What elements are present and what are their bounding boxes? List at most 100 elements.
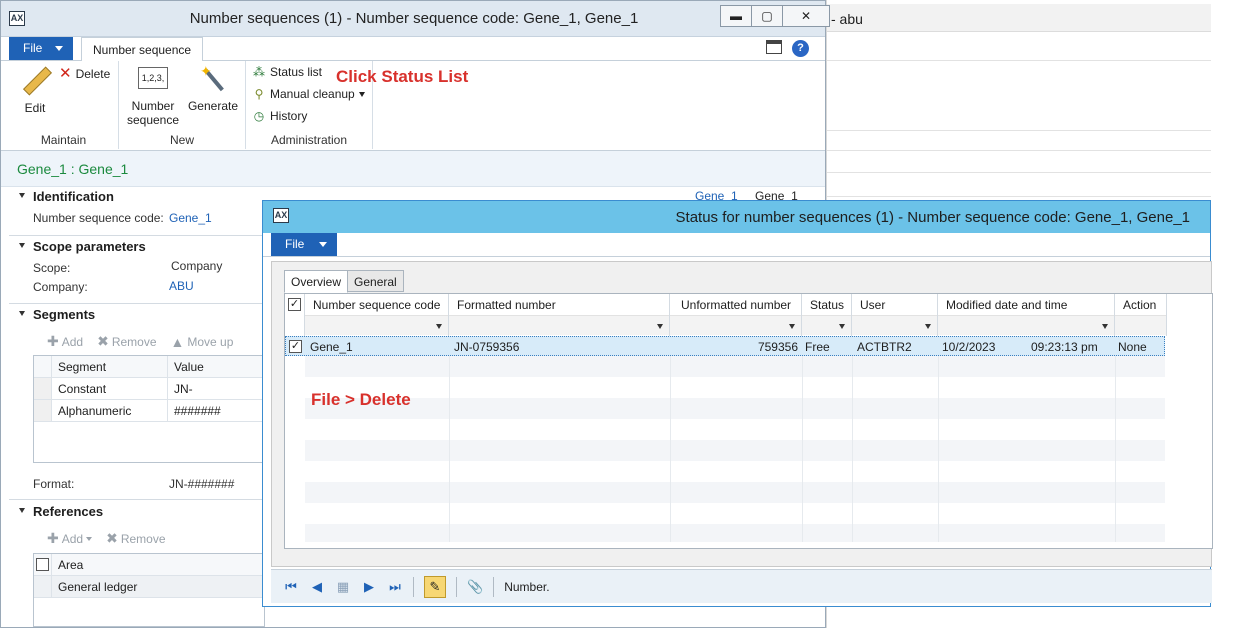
company-label: Company:	[33, 280, 88, 294]
number-sequence-button[interactable]: 1,2,3, Number sequence	[125, 65, 181, 127]
column-header-action[interactable]: Action	[1115, 294, 1167, 336]
references-grid: Area General ledger	[33, 553, 266, 627]
segment-cell: Alphanumeric	[52, 400, 168, 421]
row-checkbox[interactable]: ✓	[289, 340, 302, 353]
unformatted-number-cell: 759356	[757, 340, 798, 354]
filter-user[interactable]	[852, 315, 937, 335]
file-menu-label: File	[23, 41, 43, 55]
background-window-title: - abu	[827, 4, 1211, 32]
move-up-label: Move up	[187, 334, 234, 349]
add-label: Add	[61, 531, 84, 546]
formatted-number-cell: JN-0759356	[454, 340, 520, 354]
last-record-button[interactable]: ⏭	[387, 579, 403, 595]
divider	[827, 196, 1211, 197]
tab-overview[interactable]: Overview	[284, 270, 349, 293]
first-record-button[interactable]: ⏮	[283, 579, 299, 595]
empty-row	[305, 503, 1165, 524]
divider	[670, 336, 671, 542]
filter-unformatted-number[interactable]	[670, 315, 801, 335]
remove-segment-button[interactable]: ✖ Remove	[97, 333, 156, 350]
column-header-number-sequence-code[interactable]: Number sequence code	[305, 294, 449, 336]
add-segment-button[interactable]: ✚ Add	[47, 333, 83, 350]
grid-view-icon[interactable]: ▦	[335, 579, 351, 595]
generate-label: Generate	[187, 99, 239, 113]
plus-icon: ✚	[47, 333, 59, 349]
edit-button[interactable]: Edit	[15, 65, 55, 115]
chevron-down-icon	[925, 324, 931, 329]
edit-mode-button[interactable]: ✎	[424, 575, 446, 598]
column-header-user[interactable]: User	[852, 294, 938, 336]
app-icon: AX	[273, 208, 289, 223]
minimize-button[interactable]: ▬	[720, 5, 752, 27]
group-label-administration: Administration	[270, 133, 348, 147]
divider	[827, 130, 1211, 131]
tab-number-sequence[interactable]: Number sequence	[81, 37, 203, 62]
column-header-status[interactable]: Status	[802, 294, 852, 336]
table-row[interactable]: General ledger	[34, 576, 266, 598]
remove-reference-button[interactable]: ✖ Remove	[106, 530, 165, 547]
file-menu-button[interactable]: File	[9, 37, 73, 60]
close-button[interactable]: ✕	[782, 5, 830, 27]
move-up-button[interactable]: ▲ Move up	[171, 334, 234, 350]
column-header-formatted-number[interactable]: Formatted number	[449, 294, 670, 336]
divider	[802, 336, 803, 542]
divider	[9, 303, 265, 304]
filter-number-sequence-code[interactable]	[305, 315, 448, 335]
table-row[interactable]: ✓ Gene_1 JN-0759356 759356 Free ACTBTR2 …	[285, 336, 1165, 356]
select-all-checkbox[interactable]: ✓	[288, 298, 301, 311]
status-cell: Free	[805, 340, 830, 354]
scope-value: Company	[171, 259, 223, 273]
generate-button[interactable]: Generate	[185, 63, 241, 113]
chevron-down-icon	[319, 242, 327, 247]
status-window-tab-row: File	[263, 233, 1210, 257]
history-button[interactable]: ◷ History	[252, 109, 308, 123]
maximize-button[interactable]: ▢	[751, 5, 783, 27]
number-sequence-code-value[interactable]: Gene_1	[169, 211, 212, 225]
column-header-area[interactable]: Area	[52, 554, 266, 575]
status-window-footer: ⏮ ◀ ▦ ▶ ⏭ ✎ 📎 Number.	[271, 569, 1212, 603]
chevron-down-icon	[839, 324, 845, 329]
company-value[interactable]: ABU	[169, 279, 194, 293]
select-all-checkbox[interactable]	[36, 558, 49, 571]
column-header-unformatted-number[interactable]: Unformatted number	[670, 294, 802, 336]
status-file-menu-button[interactable]: File	[271, 233, 337, 256]
filter-action[interactable]	[1115, 315, 1166, 335]
plus-icon: ✚	[47, 530, 59, 546]
format-label: Format:	[33, 477, 75, 491]
arrow-up-icon: ▲	[170, 333, 185, 350]
header-checkbox-cell: ✓	[285, 294, 305, 336]
status-list-label: Status list	[270, 65, 323, 79]
manual-cleanup-button[interactable]: ⚲ Manual cleanup	[252, 87, 365, 101]
empty-row	[305, 356, 1165, 377]
delete-button[interactable]: ✕ Delete	[59, 66, 110, 81]
chevron-down-icon	[55, 46, 63, 51]
status-tabs: Overview General	[284, 270, 404, 293]
column-header-modified-date-and-time[interactable]: Modified date and time	[938, 294, 1115, 336]
annotation-file-delete: File > Delete	[311, 390, 411, 409]
status-list-button[interactable]: ⁂ Status list	[252, 65, 322, 79]
next-record-button[interactable]: ▶	[361, 579, 377, 595]
previous-record-button[interactable]: ◀	[309, 579, 325, 595]
attachment-icon[interactable]: 📎	[467, 579, 483, 595]
filter-formatted-number[interactable]	[449, 315, 669, 335]
help-icon[interactable]: ?	[792, 40, 809, 57]
table-row[interactable]: Alphanumeric #######	[34, 400, 266, 422]
table-row[interactable]: Constant JN-	[34, 378, 266, 400]
remove-icon: ✖	[106, 530, 118, 546]
chevron-down-icon	[358, 91, 365, 97]
magic-wand-icon	[198, 63, 228, 91]
add-reference-button[interactable]: ✚ Add	[47, 530, 93, 547]
status-window-title-bar: AX Status for number sequences (1) - Num…	[263, 201, 1210, 233]
column-header-segment[interactable]: Segment	[52, 356, 168, 377]
window-title: Number sequences (1) - Number sequence c…	[189, 10, 639, 27]
divider	[9, 499, 265, 500]
filter-modified-date-and-time[interactable]	[938, 315, 1114, 335]
ribbon: Edit ✕ Delete Maintain 1,2,3, Number seq…	[1, 61, 825, 151]
filter-status[interactable]	[802, 315, 851, 335]
minimize-ribbon-icon[interactable]	[766, 40, 782, 54]
tab-general[interactable]: General	[347, 270, 404, 292]
divider	[449, 336, 450, 542]
ribbon-group-new: 1,2,3, Number sequence Generate New	[119, 61, 246, 149]
value-cell: #######	[174, 404, 221, 418]
column-header-value[interactable]: Value	[168, 356, 266, 377]
